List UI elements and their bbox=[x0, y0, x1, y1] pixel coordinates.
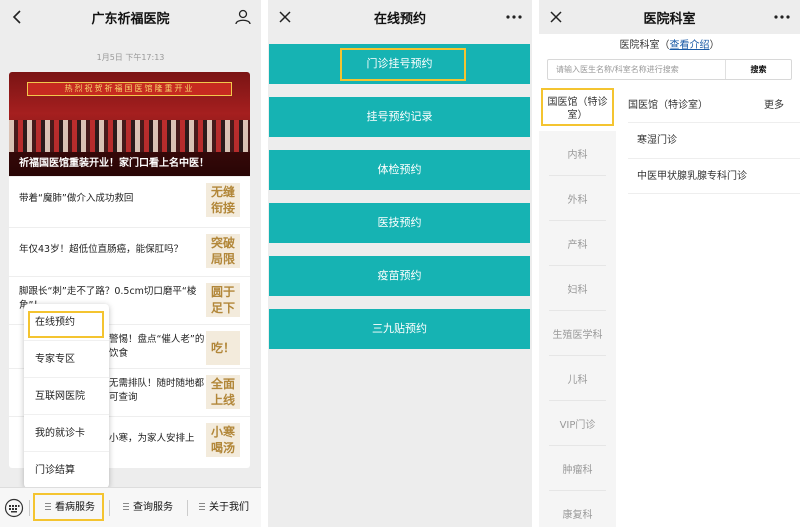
article-item[interactable]: 带着“魔肺”做介入成功救回 无缝衔接 bbox=[9, 176, 250, 220]
menu-lines-icon bbox=[45, 503, 51, 510]
menu-item-experts[interactable]: 专家专区 bbox=[24, 341, 109, 378]
more-dots-icon[interactable] bbox=[773, 9, 791, 25]
article-title: 无需排队！随时随地都可查询 bbox=[109, 378, 205, 403]
article-thumbnail: 吃！ bbox=[206, 331, 240, 365]
menu-separator bbox=[29, 500, 30, 516]
group-name: 国医馆（特诊室） bbox=[628, 100, 708, 111]
search-bar: 搜索 bbox=[547, 59, 792, 80]
category-label: 肿瘤科 bbox=[562, 465, 593, 476]
article-title: 警惕！盘点“催人老”的饮食 bbox=[109, 334, 205, 359]
search-input[interactable] bbox=[548, 60, 723, 79]
category-item[interactable]: 内科 bbox=[539, 131, 616, 176]
article-thumbnail: 小寒喝汤 bbox=[206, 423, 240, 457]
vaccine-booking-button[interactable]: 疫苗预约 bbox=[269, 256, 530, 296]
category-label: 妇科 bbox=[567, 285, 588, 296]
category-label: 内科 bbox=[567, 150, 588, 161]
category-label: 康复科 bbox=[562, 510, 593, 521]
menu-item-outpatient-payment[interactable]: 门诊结算 bbox=[24, 452, 109, 489]
menu-item-online-booking[interactable]: 在线预约 bbox=[24, 304, 109, 341]
close-icon[interactable] bbox=[277, 9, 293, 25]
page-title: 医院科室 bbox=[643, 11, 696, 27]
headline-article[interactable]: 热烈祝贺祈福国医馆隆重开业 祈福国医馆重装开业！家门口看上名中医！ bbox=[9, 72, 250, 176]
chat-topbar: 广东祈福医院 bbox=[0, 0, 261, 34]
article-item[interactable]: 年仅43岁！超低位直肠癌，能保肛吗？ 突破局限 bbox=[9, 227, 250, 271]
search-button[interactable]: 搜索 bbox=[725, 60, 791, 79]
menu-tab-query-service[interactable]: 查询服务 bbox=[112, 488, 184, 527]
page-title: 在线预约 bbox=[373, 11, 426, 27]
article-thumbnail: 无缝衔接 bbox=[206, 183, 240, 217]
category-label: 产科 bbox=[567, 240, 588, 251]
menu-item-internet-hospital[interactable]: 互联网医院 bbox=[24, 378, 109, 415]
article-thumbnail: 圆于足下 bbox=[206, 283, 240, 317]
menu-item-medical-card[interactable]: 我的就诊卡 bbox=[24, 415, 109, 452]
bottom-menu-bar: 看病服务 查询服务 关于我们 bbox=[0, 487, 261, 527]
article-title: 带着“魔肺”做介入成功救回 bbox=[19, 193, 134, 204]
article-thumbnail: 突破局限 bbox=[206, 234, 240, 268]
service-popup-menu: 在线预约 专家专区 互联网医院 我的就诊卡 门诊结算 bbox=[24, 304, 109, 494]
outpatient-registration-button[interactable]: 门诊挂号预约 bbox=[269, 44, 530, 84]
menu-label: 查询服务 bbox=[133, 502, 173, 513]
article-title: 年仅43岁！超低位直肠癌，能保肛吗？ bbox=[19, 244, 184, 255]
category-item[interactable]: 妇科 bbox=[539, 266, 616, 311]
banner-sign: 热烈祝贺祈福国医馆隆重开业 bbox=[27, 82, 232, 96]
category-label: 儿科 bbox=[567, 375, 588, 386]
checkup-booking-button[interactable]: 体检预约 bbox=[269, 150, 530, 190]
category-item[interactable]: 儿科 bbox=[539, 356, 616, 401]
sub-department-item[interactable]: 寒湿门诊 bbox=[628, 122, 800, 158]
article-title: 小寒，为家人安排上 bbox=[109, 433, 195, 444]
category-item[interactable]: 康复科 bbox=[539, 491, 616, 527]
menu-separator bbox=[187, 500, 188, 516]
sanjiu-patch-booking-button[interactable]: 三九贴预约 bbox=[269, 309, 530, 349]
category-item[interactable]: 生殖医学科 bbox=[539, 311, 616, 356]
close-icon[interactable] bbox=[548, 9, 564, 25]
department-panel: 医院科室 医院科室（查看介绍） 搜索 国医馆（特诊室） 内科 外科 产科 妇科 … bbox=[539, 0, 800, 527]
menu-tab-medical-service[interactable]: 看病服务 bbox=[34, 488, 106, 527]
category-label: 国医馆（特诊室） bbox=[547, 96, 608, 121]
chevron-left-icon[interactable] bbox=[9, 9, 25, 25]
category-list: 国医馆（特诊室） 内科 外科 产科 妇科 生殖医学科 儿科 VIP门诊 肿瘤科 … bbox=[539, 86, 616, 527]
article-thumbnail: 全面上线 bbox=[206, 375, 240, 409]
online-booking-panel: 在线预约 门诊挂号预约 挂号预约记录 体检预约 医技预约 疫苗预约 三九贴预约 bbox=[268, 0, 532, 527]
message-timestamp: 1月5日 下午17:13 bbox=[96, 53, 165, 62]
category-item[interactable]: 外科 bbox=[539, 176, 616, 221]
category-item[interactable]: 产科 bbox=[539, 221, 616, 266]
page-title: 广东祈福医院 bbox=[91, 11, 170, 27]
keyboard-icon[interactable] bbox=[4, 498, 24, 518]
menu-tab-about-us[interactable]: 关于我们 bbox=[190, 488, 258, 527]
menu-label: 关于我们 bbox=[209, 502, 249, 513]
menu-lines-icon bbox=[199, 503, 205, 510]
department-header: 医院科室（查看介绍） bbox=[539, 36, 800, 51]
department-header-suffix: ） bbox=[709, 40, 720, 51]
category-item[interactable]: 肿瘤科 bbox=[539, 446, 616, 491]
more-link[interactable]: 更多 bbox=[764, 96, 784, 111]
view-intro-link[interactable]: 查看介绍 bbox=[670, 40, 710, 51]
department-topbar: 医院科室 bbox=[539, 0, 800, 34]
category-item[interactable]: VIP门诊 bbox=[539, 401, 616, 446]
registration-record-button[interactable]: 挂号预约记录 bbox=[269, 97, 530, 137]
department-header-prefix: 医院科室（ bbox=[619, 40, 670, 51]
category-label: VIP门诊 bbox=[559, 420, 596, 431]
banner-photo bbox=[9, 120, 250, 152]
medical-tech-booking-button[interactable]: 医技预约 bbox=[269, 203, 530, 243]
chat-panel: 广东祈福医院 1月5日 下午17:13 热烈祝贺祈福国医馆隆重开业 祈福国医馆重… bbox=[0, 0, 261, 527]
booking-topbar: 在线预约 bbox=[268, 0, 532, 34]
sub-department-item[interactable]: 中医甲状腺乳腺专科门诊 bbox=[628, 158, 800, 194]
menu-lines-icon bbox=[123, 503, 129, 510]
menu-label: 看病服务 bbox=[55, 502, 95, 513]
category-label: 外科 bbox=[567, 195, 588, 206]
person-icon[interactable] bbox=[234, 9, 252, 25]
more-dots-icon[interactable] bbox=[505, 9, 523, 25]
menu-separator bbox=[109, 500, 110, 516]
category-item[interactable]: 国医馆（特诊室） bbox=[539, 86, 616, 131]
headline-caption: 祈福国医馆重装开业！家门口看上名中医！ bbox=[9, 152, 250, 176]
category-label: 生殖医学科 bbox=[552, 330, 603, 341]
